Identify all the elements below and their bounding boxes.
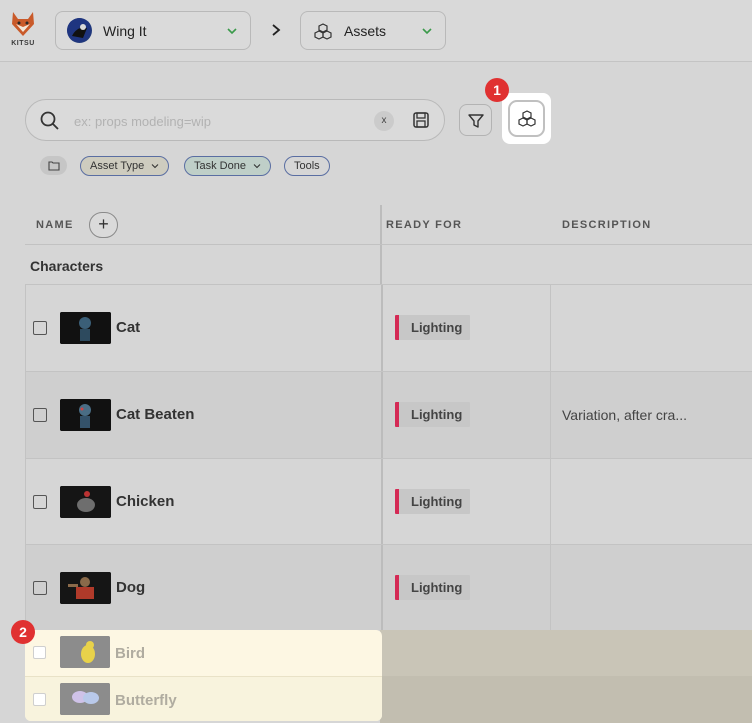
group-assets-icon: [518, 110, 536, 127]
row-checkbox[interactable]: [33, 408, 47, 422]
production-name: Wing It: [103, 23, 147, 39]
table-row[interactable]: Dog Lighting: [25, 544, 752, 631]
chevron-down-icon: [227, 28, 237, 35]
asset-thumbnail[interactable]: [60, 572, 111, 604]
column-header-name[interactable]: NAME: [36, 219, 74, 231]
ready-for-tag[interactable]: Lighting: [395, 489, 471, 514]
asset-thumbnail[interactable]: [60, 399, 111, 431]
production-avatar: [67, 18, 92, 43]
new-rows-highlight: Bird Butterfly: [25, 630, 382, 721]
fox-logo-icon: [12, 12, 34, 36]
chevron-down-icon: [151, 164, 159, 169]
table-row[interactable]: Cat Beaten Lighting Variation, after cra…: [25, 371, 752, 458]
asset-thumbnail[interactable]: [60, 486, 111, 518]
filter-button[interactable]: [459, 104, 492, 136]
filter-icon: [468, 114, 484, 128]
clear-search-button[interactable]: x: [374, 111, 394, 131]
chevron-down-icon: [422, 28, 432, 35]
asset-name[interactable]: Chicken: [116, 493, 174, 510]
table-row[interactable]: Cat Lighting: [25, 284, 752, 371]
asset-name[interactable]: Dog: [116, 579, 145, 596]
asset-thumbnail[interactable]: [60, 312, 111, 344]
assets-icon: [314, 23, 332, 40]
header-divider: [25, 244, 752, 245]
section-select[interactable]: Assets: [300, 11, 446, 50]
cell-divider: [381, 372, 383, 458]
asset-description[interactable]: Variation, after cra...: [562, 407, 687, 423]
asset-thumbnail[interactable]: [60, 636, 110, 668]
table-row[interactable]: Chicken Lighting: [25, 458, 752, 545]
step-badge-2: 2: [11, 620, 35, 644]
chevron-down-icon: [253, 164, 261, 169]
group-assets-button[interactable]: [508, 100, 545, 137]
step-badge-1: 1: [485, 78, 509, 102]
table-row[interactable]: Bird: [25, 630, 382, 675]
column-divider[interactable]: [380, 205, 382, 285]
folder-icon: [48, 161, 60, 171]
search-icon: [40, 111, 59, 130]
filter-chip-task-done[interactable]: Task Done: [184, 156, 272, 176]
group-button-highlight: [502, 93, 551, 144]
asset-name[interactable]: Cat Beaten: [116, 406, 194, 423]
chip-label: Task Done: [194, 160, 246, 172]
row-checkbox[interactable]: [33, 321, 47, 335]
section-name: Assets: [344, 23, 387, 39]
filter-chip-tools[interactable]: Tools: [284, 156, 330, 176]
row-checkbox[interactable]: [33, 693, 46, 706]
cell-divider: [381, 459, 383, 545]
asset-name[interactable]: Cat: [116, 319, 140, 336]
row-checkbox[interactable]: [33, 646, 46, 659]
cell-divider: [381, 545, 383, 631]
kitsu-logo[interactable]: KITSU: [8, 10, 38, 52]
group-title: Characters: [30, 258, 104, 274]
asset-name[interactable]: Butterfly: [115, 692, 177, 709]
ready-for-tag[interactable]: Lighting: [395, 575, 471, 600]
cell-divider: [550, 285, 551, 371]
search-input[interactable]: [74, 111, 364, 131]
ready-for-tag[interactable]: Lighting: [395, 315, 471, 340]
row-checkbox[interactable]: [33, 495, 47, 509]
chevron-right-icon: [272, 24, 281, 36]
chip-label: Tools: [294, 160, 320, 172]
chip-label: Asset Type: [90, 160, 145, 172]
asset-thumbnail[interactable]: [60, 683, 110, 715]
cell-divider: [550, 545, 551, 631]
save-icon[interactable]: [412, 111, 430, 129]
cell-divider: [550, 459, 551, 545]
cell-divider: [550, 372, 551, 458]
column-header-ready-for[interactable]: READY FOR: [386, 219, 462, 231]
asset-name[interactable]: Bird: [115, 645, 145, 662]
folder-chip[interactable]: [40, 156, 67, 175]
add-column-button[interactable]: +: [89, 212, 118, 238]
column-header-description[interactable]: DESCRIPTION: [562, 219, 651, 231]
production-select[interactable]: Wing It: [55, 11, 251, 50]
search-bar: x: [25, 99, 445, 141]
row-checkbox[interactable]: [33, 581, 47, 595]
logo-text: KITSU: [11, 40, 35, 47]
filter-chip-asset-type[interactable]: Asset Type: [80, 156, 170, 176]
cell-divider: [381, 285, 383, 371]
top-bar: KITSU Wing It Assets: [0, 0, 752, 62]
table-row[interactable]: Butterfly: [25, 676, 382, 721]
row-background: [380, 676, 752, 723]
ready-for-tag[interactable]: Lighting: [395, 402, 471, 427]
